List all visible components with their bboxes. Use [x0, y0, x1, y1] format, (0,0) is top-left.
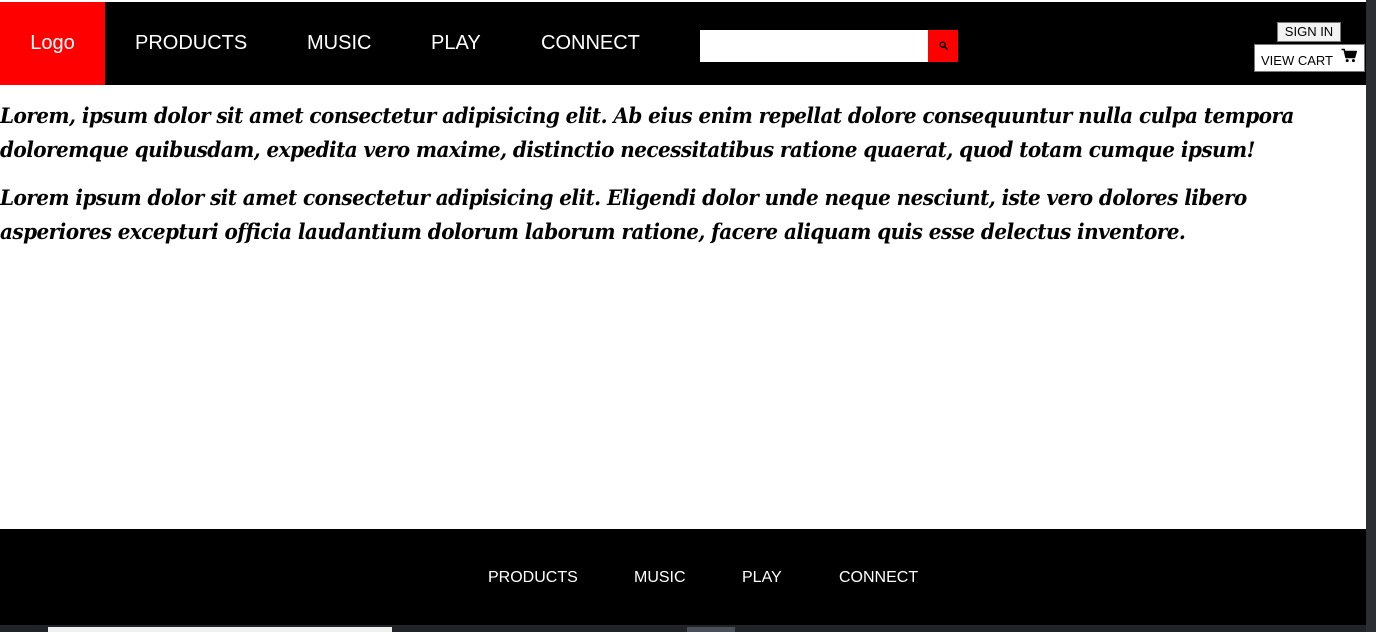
main-content: Lorem, ipsum dolor sit amet consectetur …: [0, 100, 1366, 264]
footer-link-connect[interactable]: CONNECT: [839, 569, 918, 587]
nav-item-connect[interactable]: CONNECT: [541, 2, 640, 85]
view-cart-button[interactable]: VIEW CART: [1254, 44, 1365, 72]
site-footer: PRODUCTS MUSIC PLAY CONNECT: [0, 529, 1366, 625]
paragraph-2: Lorem ipsum dolor sit amet consectetur a…: [0, 186, 1247, 245]
site-header: Logo PRODUCTS MUSIC PLAY CONNECT SIGN IN…: [0, 2, 1366, 85]
search-input[interactable]: [700, 30, 928, 62]
sign-in-button[interactable]: SIGN IN: [1277, 22, 1341, 42]
nav-item-play[interactable]: PLAY: [431, 2, 481, 85]
search-icon: [938, 37, 948, 55]
search-button[interactable]: [928, 30, 958, 62]
footer-link-music[interactable]: MUSIC: [634, 569, 686, 587]
paragraph-1: Lorem, ipsum dolor sit amet consectetur …: [0, 104, 1294, 163]
taskbar-item[interactable]: [48, 627, 392, 632]
nav-item-products[interactable]: PRODUCTS: [135, 2, 247, 85]
footer-link-products[interactable]: PRODUCTS: [488, 569, 578, 587]
page: Logo PRODUCTS MUSIC PLAY CONNECT SIGN IN…: [0, 0, 1376, 632]
footer-link-play[interactable]: PLAY: [742, 569, 782, 587]
taskbar-item[interactable]: [687, 627, 735, 632]
window-edge: [1366, 0, 1376, 632]
view-cart-label: VIEW CART: [1261, 53, 1333, 68]
shopping-cart-icon: [1341, 48, 1357, 66]
logo[interactable]: Logo: [0, 2, 105, 85]
nav-item-music[interactable]: MUSIC: [307, 2, 371, 85]
bottom-taskbar: [0, 625, 1366, 632]
